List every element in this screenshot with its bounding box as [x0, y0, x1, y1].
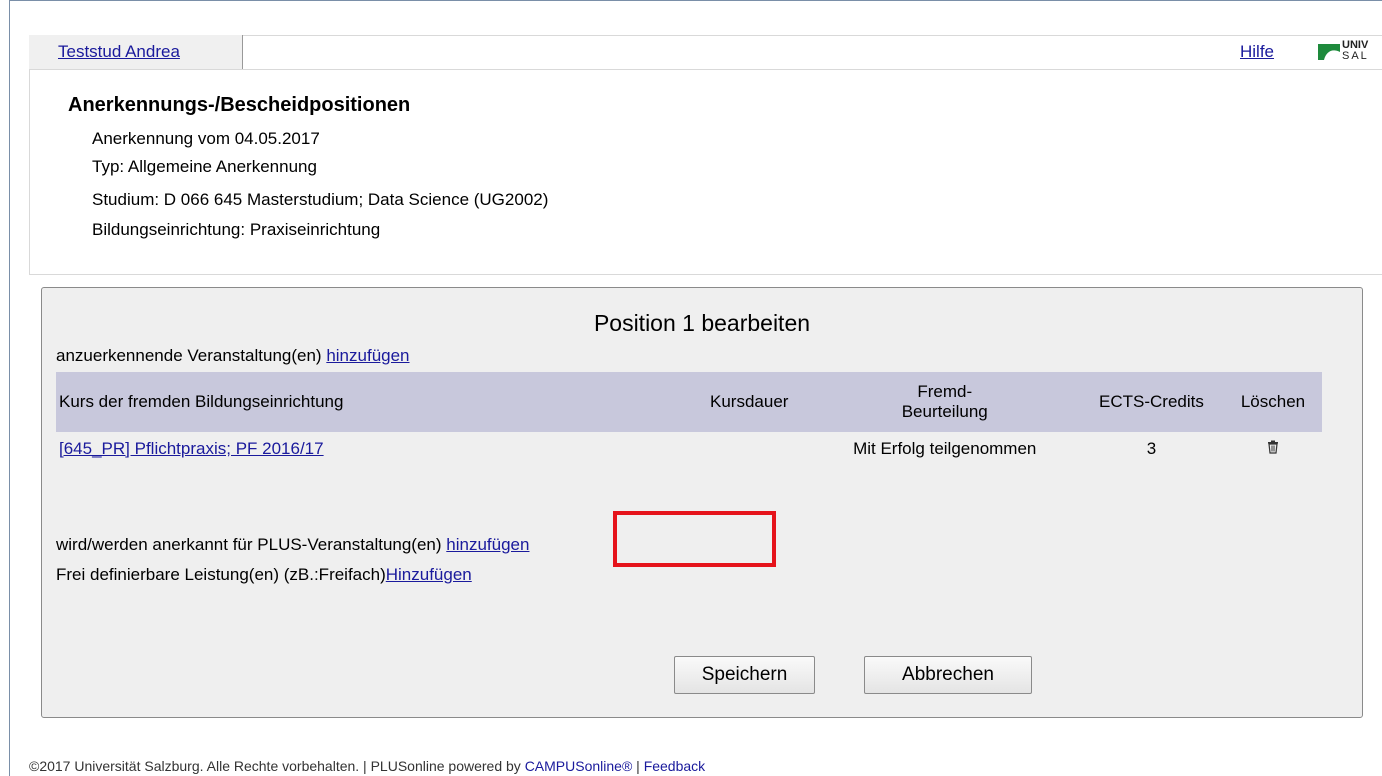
col-header-ects: ECTS-Credits — [1078, 372, 1224, 432]
logo-mark-icon — [1318, 44, 1340, 60]
col-header-course: Kurs der fremden Bildungseinrichtung — [56, 372, 688, 432]
help-link[interactable]: Hilfe — [1240, 42, 1274, 62]
logo-text: UNIV SAL — [1342, 40, 1369, 62]
panel-title: Position 1 bearbeiten — [593, 310, 811, 336]
institution: Bildungseinrichtung: Praxiseinrichtung — [92, 220, 381, 239]
footer: ©2017 Universität Salzburg. Alle Rechte … — [29, 758, 1382, 776]
course-link[interactable]: [645_PR] Pflichtpraxis; PF 2016/17 — [59, 439, 324, 458]
grade-cell: Mit Erfolg teilgenommen — [853, 439, 1037, 458]
ects-cell: 3 — [1146, 439, 1157, 458]
course-cell: [645_PR] Pflichtpraxis; PF 2016/17 — [56, 432, 688, 466]
free-label: Frei definierbare Leistung(en) (zB.:Frei… — [56, 565, 386, 584]
page-title: Anerkennungs-/Bescheidpositionen — [68, 94, 411, 116]
feedback-link[interactable]: Feedback — [644, 758, 705, 774]
col-header-duration: Kursdauer — [687, 372, 811, 432]
recognition-type: Typ: Allgemeine Anerkennung — [92, 157, 317, 176]
plus-label: wird/werden anerkannt für PLUS-Veranstal… — [56, 535, 442, 554]
add-free-achievement-link[interactable]: Hinzufügen — [386, 565, 472, 584]
table-row: [645_PR] Pflichtpraxis; PF 2016/17 Mit E… — [56, 432, 1322, 466]
recognition-date: Anerkennung vom 04.05.2017 — [92, 129, 320, 148]
highlight-box — [613, 511, 776, 567]
user-name-link[interactable]: Teststud Andrea — [58, 42, 180, 62]
table-header-row: Kurs der fremden Bildungseinrichtung Kur… — [56, 372, 1322, 432]
study-program: Studium: D 066 645 Masterstudium; Data S… — [92, 190, 549, 209]
add-course-link[interactable]: hinzufügen — [326, 346, 409, 365]
save-button[interactable]: Speichern — [674, 656, 815, 694]
courses-table: Kurs der fremden Bildungseinrichtung Kur… — [56, 372, 1322, 466]
plus-add-line: wird/werden anerkannt für PLUS-Veranstal… — [56, 535, 529, 555]
courses-add-line: anzuerkennende Veranstaltung(en) hinzufü… — [56, 346, 410, 366]
free-add-line: Frei definierbare Leistung(en) (zB.:Frei… — [56, 565, 472, 585]
footer-separator: | — [632, 758, 644, 774]
col-header-delete: Löschen — [1223, 372, 1322, 432]
add-plus-course-link[interactable]: hinzufügen — [446, 535, 529, 554]
campusonline-link[interactable]: CAMPUSonline® — [525, 758, 633, 774]
duration-cell — [688, 432, 811, 466]
courses-label: anzuerkennende Veranstaltung(en) — [56, 346, 322, 365]
footer-copyright: ©2017 Universität Salzburg. Alle Rechte … — [29, 758, 525, 774]
university-logo: UNIV SAL — [1318, 38, 1382, 66]
trash-icon[interactable] — [1266, 440, 1280, 454]
col-header-grade: Fremd- Beurteilung — [810, 372, 1079, 432]
cancel-button[interactable]: Abbrechen — [864, 656, 1032, 694]
delete-cell — [1224, 432, 1322, 466]
logo-text-line2: SAL — [1342, 50, 1369, 62]
